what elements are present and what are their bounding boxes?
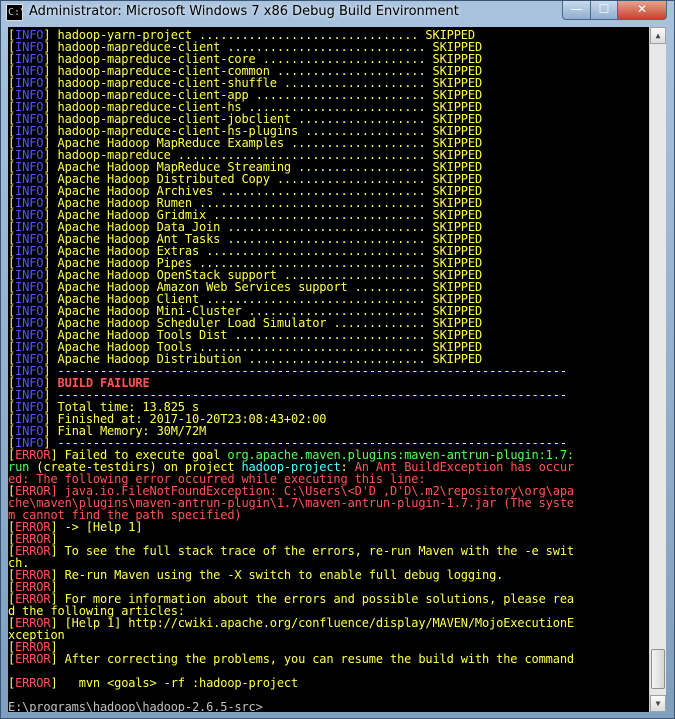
console-window: C:\ Administrator: Microsoft Windows 7 x… bbox=[0, 0, 675, 719]
log-level-error: ERROR bbox=[15, 652, 51, 666]
log-level-error: ERROR bbox=[15, 676, 51, 690]
console-text: ] mvn <goals> -rf :hadoop-project bbox=[50, 676, 299, 690]
console-line: [ERROR] Re-run Maven using the -X switch… bbox=[8, 569, 503, 581]
close-button[interactable]: ✕ bbox=[617, 1, 667, 20]
console-text: ] -> [Help 1] bbox=[50, 520, 143, 534]
window-title: Administrator: Microsoft Windows 7 x86 D… bbox=[29, 4, 459, 19]
console-line: [ERROR] mvn <goals> -rf :hadoop-project bbox=[8, 677, 298, 689]
console-line: E:\programs\hadoop\hadoop-2.6.5-src> bbox=[8, 701, 263, 712]
console-text: ] After correcting the problems, you can… bbox=[50, 652, 574, 666]
vertical-scrollbar[interactable]: ▲ ▼ bbox=[649, 27, 666, 712]
console-line: [ERROR] To see the full stack trace of t… bbox=[8, 545, 574, 557]
console-line: [ERROR] After correcting the problems, y… bbox=[8, 653, 574, 665]
maximize-button[interactable]: ☐ bbox=[590, 1, 618, 20]
console-line: [ERROR] [Help 1] http://cwiki.apache.org… bbox=[8, 617, 574, 629]
console-output[interactable]: [INFO] hadoop-yarn-project .............… bbox=[8, 27, 649, 712]
console-text: ] To see the full stack trace of the err… bbox=[50, 544, 574, 558]
scroll-down-arrow-icon[interactable]: ▼ bbox=[650, 695, 666, 712]
title-bar[interactable]: C:\ Administrator: Microsoft Windows 7 x… bbox=[1, 1, 675, 25]
console-text: ] [Help 1] http://cwiki.apache.org/confl… bbox=[50, 616, 574, 630]
console-text: E:\programs\hadoop\hadoop-2.6.5-src> bbox=[8, 700, 263, 712]
cmd-app-icon[interactable]: C:\ bbox=[6, 4, 26, 21]
scroll-up-arrow-icon[interactable]: ▲ bbox=[650, 27, 666, 44]
console-text: ] Re-run Maven using the -X switch to en… bbox=[50, 568, 504, 582]
minimize-button[interactable]: — bbox=[562, 1, 591, 20]
scrollbar-thumb[interactable] bbox=[651, 648, 665, 689]
